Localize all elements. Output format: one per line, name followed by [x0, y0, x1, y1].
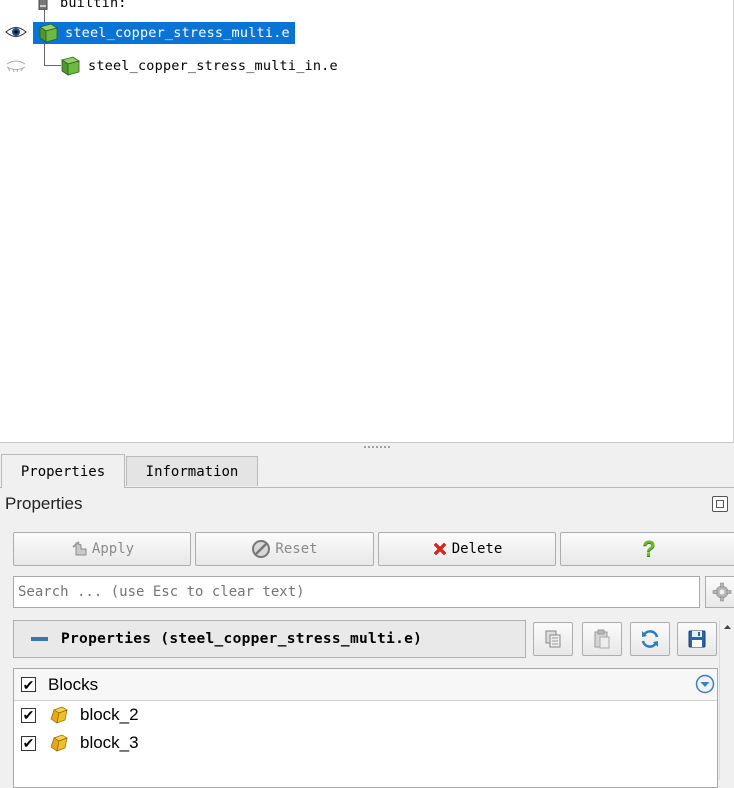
undock-icon[interactable]	[712, 496, 728, 512]
properties-section-header[interactable]: Properties (steel_copper_stress_multi.e)	[13, 620, 526, 658]
pipeline-browser: builtin: steel_copper_stress_multi.e ste…	[0, 0, 734, 443]
block-icon	[50, 734, 68, 752]
scroll-up-arrow-icon[interactable]	[720, 620, 734, 634]
advanced-settings-button[interactable]	[705, 576, 734, 608]
pipeline-item-label: steel_copper_stress_multi.e	[65, 25, 290, 41]
pipeline-item-steel-copper-stress-multi-in[interactable]: steel_copper_stress_multi_in.e	[58, 54, 338, 78]
copy-icon	[545, 630, 561, 648]
chevron-down-icon[interactable]	[695, 674, 715, 694]
delete-button[interactable]: Delete	[378, 532, 556, 566]
apply-label: Apply	[91, 541, 135, 557]
search-input[interactable]	[13, 576, 700, 608]
delete-label: Delete	[451, 541, 503, 557]
eye-icon[interactable]	[5, 25, 27, 39]
block-checkbox[interactable]: ✔	[21, 707, 36, 723]
properties-scrollbar[interactable]	[719, 620, 734, 780]
copy-button[interactable]	[533, 622, 573, 656]
list-item[interactable]: ✔ block_2	[14, 701, 717, 729]
blocks-header[interactable]: ✔ Blocks	[14, 669, 717, 701]
pipeline-item-label: steel_copper_stress_multi_in.e	[88, 58, 338, 74]
tab-properties[interactable]: Properties	[1, 454, 125, 488]
splitter-handle[interactable]	[362, 444, 392, 450]
blocks-header-label: Blocks	[48, 674, 99, 694]
dataset-cube-icon	[39, 23, 58, 43]
list-item[interactable]: ✔ block_3	[14, 729, 717, 757]
delete-icon	[433, 542, 447, 556]
block-checkbox[interactable]: ✔	[21, 735, 36, 751]
paste-icon	[594, 629, 610, 649]
reset-label: Reset	[275, 541, 318, 557]
restore-defaults-button[interactable]	[630, 622, 670, 656]
paste-button[interactable]	[582, 622, 622, 656]
blocks-list: ✔ Blocks ✔ block_2 ✔ block_3	[13, 668, 718, 788]
collapse-icon[interactable]	[31, 637, 48, 641]
eye-hidden-icon[interactable]	[5, 59, 27, 73]
apply-button[interactable]: Apply	[13, 532, 191, 566]
pipeline-item-steel-copper-stress-multi[interactable]: steel_copper_stress_multi.e	[33, 21, 295, 45]
panel-tabs: Properties Information	[0, 454, 734, 488]
gear-icon	[712, 582, 732, 602]
panel-title: Properties	[5, 494, 83, 513]
blocks-header-checkbox[interactable]: ✔	[21, 677, 36, 692]
dataset-cube-icon	[61, 56, 80, 76]
save-defaults-button[interactable]	[677, 622, 717, 656]
reset-icon	[252, 540, 271, 558]
properties-section-label: Properties (steel_copper_stress_multi.e)	[61, 631, 423, 647]
tab-information[interactable]: Information	[126, 456, 258, 486]
help-icon: ?	[642, 536, 656, 561]
save-icon	[688, 630, 706, 648]
block-label: block_3	[80, 733, 139, 752]
block-icon	[50, 706, 68, 724]
block-label: block_2	[80, 705, 139, 724]
help-button[interactable]: ?	[560, 532, 734, 566]
pipeline-root-label: builtin:	[60, 0, 127, 11]
refresh-icon	[641, 630, 659, 648]
apply-icon	[72, 541, 87, 556]
reset-button[interactable]: Reset	[195, 532, 374, 566]
